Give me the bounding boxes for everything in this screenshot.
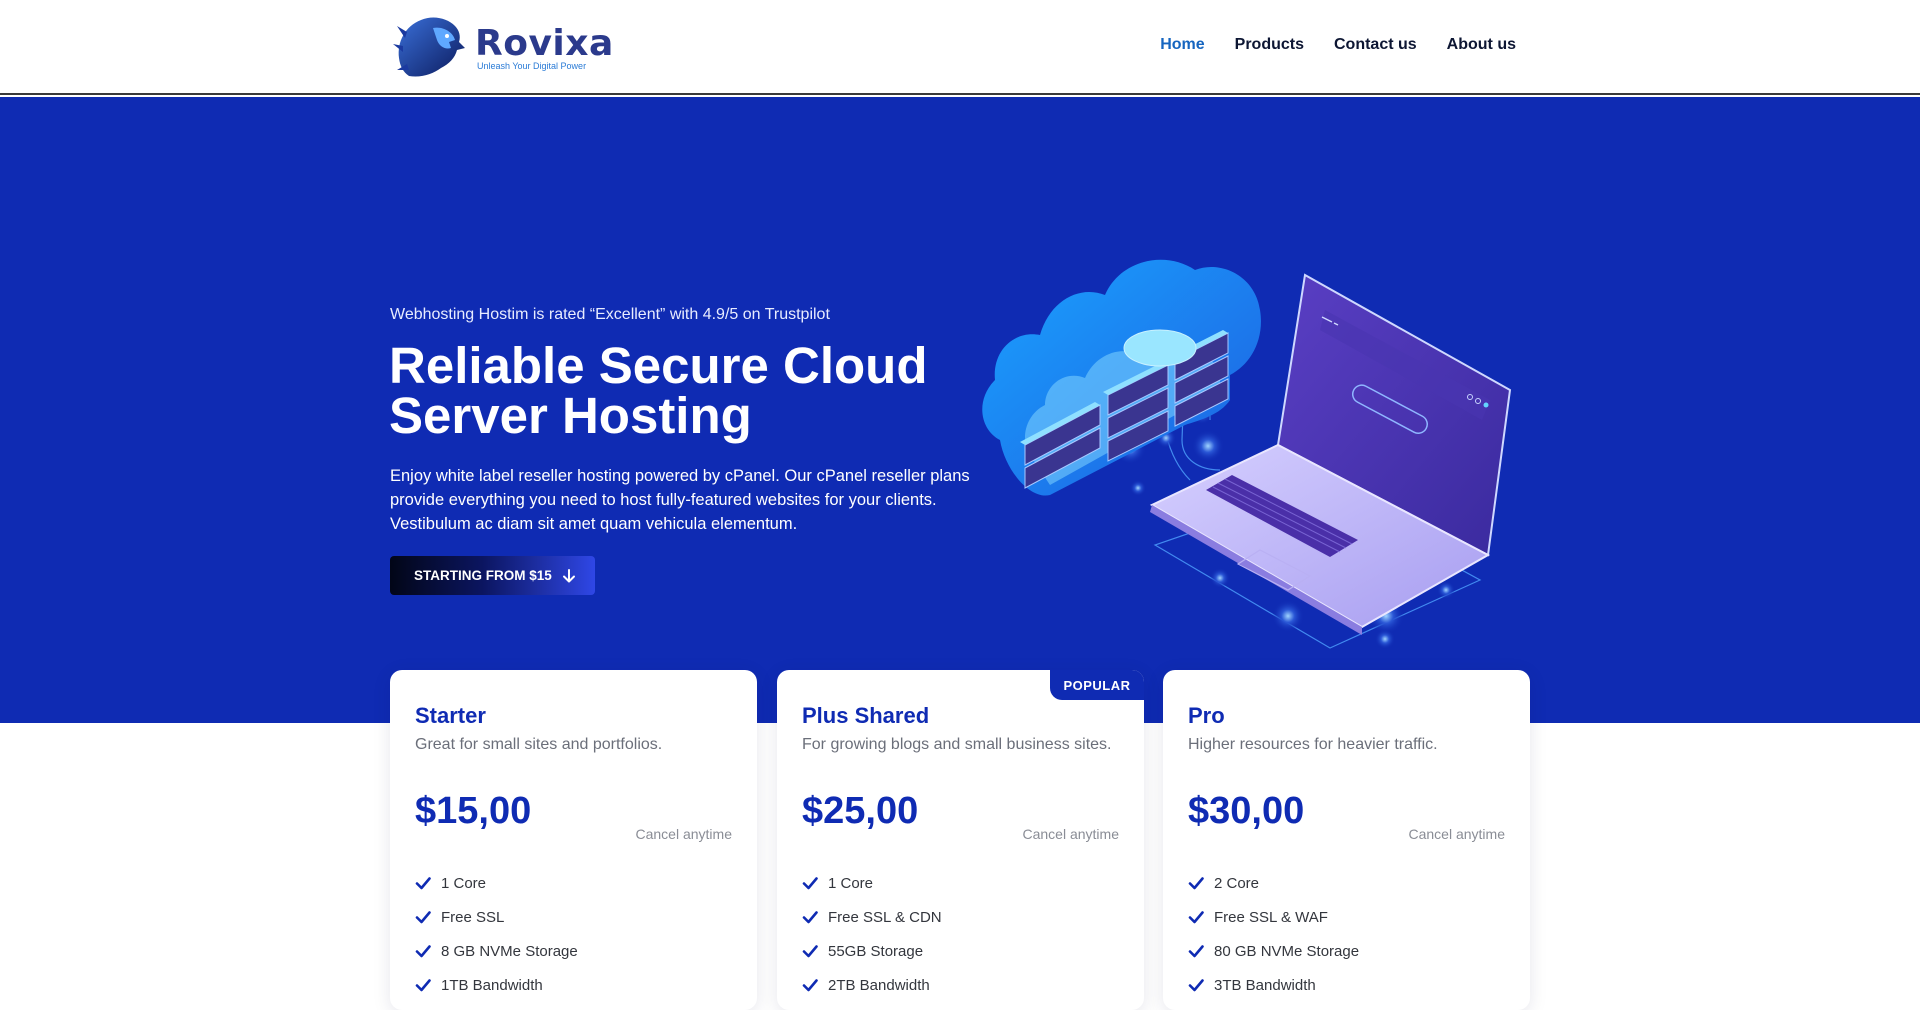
feature-list: 1 Core Free SSL & CDN 55GB Storage 2TB B…: [802, 866, 942, 1002]
feature-item: 2TB Bandwidth: [802, 968, 942, 1002]
plan-card-pro[interactable]: Pro Higher resources for heavier traffic…: [1163, 670, 1530, 1010]
popular-badge: POPULAR: [1050, 670, 1144, 700]
brand-logo[interactable]: Rovixa Unleash Your Digital Power: [393, 12, 623, 84]
arrow-down-icon: [562, 568, 575, 582]
plan-name: Starter: [415, 703, 486, 728]
feature-list: 2 Core Free SSL & WAF 80 GB NVMe Storage…: [1188, 866, 1359, 1002]
plan-description: For growing blogs and small business sit…: [802, 736, 1112, 753]
brand-text: Rovixa Unleash Your Digital Power: [475, 23, 614, 72]
cta-label: STARTING FROM $15: [414, 568, 552, 583]
plan-name: Plus Shared: [802, 703, 930, 728]
cancel-note: Cancel anytime: [1022, 826, 1120, 842]
feature-text: 1 Core: [828, 874, 874, 892]
plan-price: $30,00: [1188, 790, 1305, 832]
check-icon: [802, 945, 818, 958]
feature-text: Free SSL & WAF: [1214, 908, 1328, 926]
plan-name: Pro: [1188, 703, 1225, 728]
feature-text: 3TB Bandwidth: [1214, 976, 1316, 994]
hero-section: [0, 97, 1920, 723]
feature-list: 1 Core Free SSL 8 GB NVMe Storage 1TB Ba…: [415, 866, 578, 1002]
plan-price: $15,00: [415, 790, 532, 832]
cancel-note: Cancel anytime: [635, 826, 733, 842]
feature-text: 1 Core: [441, 874, 487, 892]
check-icon: [415, 877, 431, 890]
check-icon: [415, 945, 431, 958]
feature-text: Free SSL: [441, 908, 505, 926]
plan-card-plus-shared[interactable]: POPULAR Plus Shared For growing blogs an…: [777, 670, 1144, 1010]
check-icon: [1188, 877, 1204, 890]
check-icon: [802, 911, 818, 924]
brand-tagline: Unleash Your Digital Power: [477, 61, 587, 71]
feature-item: Free SSL: [415, 900, 578, 934]
feature-item: Free SSL & WAF: [1188, 900, 1359, 934]
feature-text: Free SSL & CDN: [828, 908, 942, 926]
feature-item: 1TB Bandwidth: [415, 968, 578, 1002]
lion-logo-icon: [393, 17, 465, 77]
check-icon: [802, 979, 818, 992]
nav-contact[interactable]: Contact us: [1334, 36, 1417, 54]
check-icon: [1188, 979, 1204, 992]
trustpilot-rating: Webhosting Hostim is rated “Excellent” w…: [390, 306, 830, 323]
brand-name: Rovixa: [475, 23, 614, 64]
hero-title: Reliable Secure Cloud Server Hosting: [389, 337, 928, 444]
feature-text: 2TB Bandwidth: [828, 976, 930, 994]
feature-item: 1 Core: [415, 866, 578, 900]
plan-description: Great for small sites and portfolios.: [415, 736, 663, 753]
nav-products[interactable]: Products: [1235, 36, 1304, 54]
plan-price: $25,00: [802, 790, 919, 832]
check-icon: [415, 979, 431, 992]
site-header: Rovixa Unleash Your Digital Power Home P…: [0, 0, 1920, 95]
feature-item: 80 GB NVMe Storage: [1188, 934, 1359, 968]
feature-item: Free SSL & CDN: [802, 900, 942, 934]
cloud-laptop-illustration: [982, 259, 1512, 649]
check-icon: [1188, 911, 1204, 924]
plan-card-starter[interactable]: Starter Great for small sites and portfo…: [390, 670, 757, 1010]
feature-item: 3TB Bandwidth: [1188, 968, 1359, 1002]
hero-description: Enjoy white label reseller hosting power…: [390, 467, 970, 533]
feature-text: 1TB Bandwidth: [441, 976, 543, 994]
feature-item: 2 Core: [1188, 866, 1359, 900]
feature-text: 2 Core: [1214, 874, 1260, 892]
nav-about[interactable]: About us: [1447, 36, 1516, 54]
starting-from-button[interactable]: STARTING FROM $15: [390, 556, 595, 595]
feature-item: 1 Core: [802, 866, 942, 900]
check-icon: [1188, 945, 1204, 958]
feature-item: 55GB Storage: [802, 934, 942, 968]
feature-text: 55GB Storage: [828, 942, 924, 960]
feature-text: 8 GB NVMe Storage: [441, 942, 578, 960]
plan-description: Higher resources for heavier traffic.: [1188, 736, 1438, 753]
check-icon: [415, 911, 431, 924]
check-icon: [802, 877, 818, 890]
main-nav: Home Products Contact us About us: [1160, 36, 1516, 54]
nav-home[interactable]: Home: [1160, 36, 1204, 54]
cancel-note: Cancel anytime: [1408, 826, 1506, 842]
feature-item: 8 GB NVMe Storage: [415, 934, 578, 968]
feature-text: 80 GB NVMe Storage: [1214, 942, 1360, 960]
